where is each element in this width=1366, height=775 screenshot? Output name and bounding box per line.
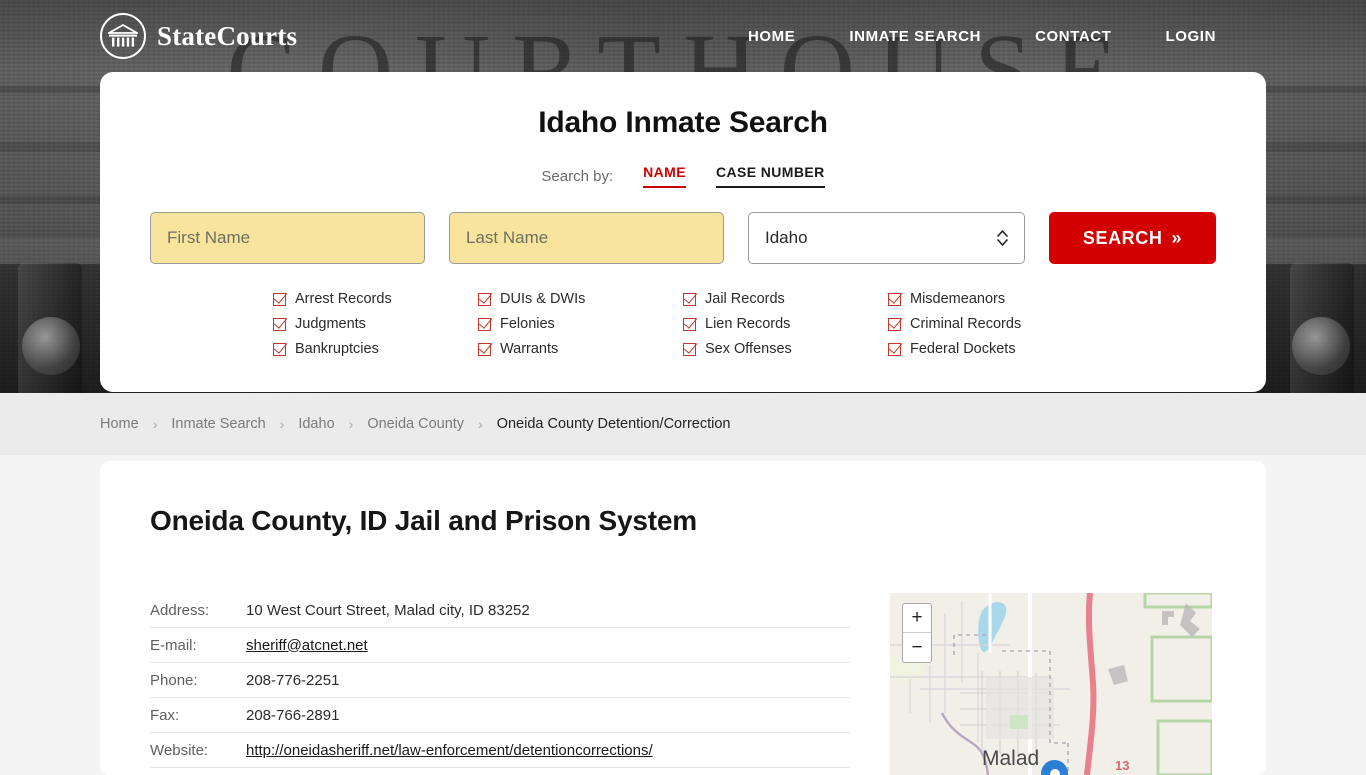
table-row: Fax: 208-766-2891 (150, 698, 850, 733)
map-tiles (890, 593, 1212, 775)
top-navigation-bar: StateCourts HOME INMATE SEARCH CONTACT L… (0, 0, 1366, 72)
chevron-right-icon: › (478, 416, 483, 432)
map-place-label: Malad (982, 747, 1040, 770)
table-row: Address: 10 West Court Street, Malad cit… (150, 593, 850, 628)
record-type-label: Federal Dockets (910, 341, 1016, 357)
record-type-label: Lien Records (705, 316, 791, 332)
checkbox-checked-icon (888, 292, 901, 306)
search-by-row: Search by: NAME CASE NUMBER (150, 164, 1216, 188)
breadcrumb-item-home[interactable]: Home (100, 416, 139, 432)
checkbox-checked-icon (273, 342, 286, 356)
column-capital-decoration (1292, 317, 1350, 375)
record-type-label: Felonies (500, 316, 555, 332)
search-by-label: Search by: (541, 167, 614, 185)
last-name-input[interactable] (449, 212, 724, 264)
record-type-label: Misdemeanors (910, 291, 1006, 307)
nav-item-home[interactable]: HOME (748, 28, 795, 45)
location-map[interactable]: + − Malad 13 (890, 593, 1212, 775)
brand-logo[interactable]: StateCourts (100, 13, 297, 59)
email-link[interactable]: sheriff@atcnet.net (246, 637, 368, 654)
checkbox-checked-icon (273, 292, 286, 306)
breadcrumb-item-oneida-county[interactable]: Oneida County (367, 416, 464, 432)
chevron-right-icon: › (348, 416, 354, 432)
double-chevron-right-icon: » (1171, 227, 1183, 248)
table-row: E-mail: sheriff@atcnet.net (150, 628, 850, 663)
checkbox-checked-icon (478, 317, 491, 331)
breadcrumb-item-idaho[interactable]: Idaho (298, 416, 334, 432)
record-type-item[interactable]: DUIs & DWIs (478, 291, 683, 307)
record-type-list: Arrest Records DUIs & DWIs Jail Records … (150, 291, 1216, 357)
row-label: Phone: (150, 671, 198, 689)
detail-and-map-row: Address: 10 West Court Street, Malad cit… (150, 593, 1216, 775)
inmate-search-card: Idaho Inmate Search Search by: NAME CASE… (100, 72, 1266, 392)
facility-info-table: Address: 10 West Court Street, Malad cit… (150, 593, 850, 775)
chevron-right-icon: › (152, 416, 158, 432)
record-type-label: Criminal Records (910, 316, 1022, 332)
zoom-in-button[interactable]: + (903, 604, 931, 633)
record-type-label: DUIs & DWIs (500, 291, 586, 307)
tab-name[interactable]: NAME (643, 164, 686, 188)
brand-name: StateCourts (157, 20, 298, 51)
table-row: Website: http://oneidasheriff.net/law-en… (150, 733, 850, 768)
row-label: Address: (150, 601, 210, 619)
row-label: Website: (150, 741, 209, 759)
breadcrumb-item-inmate-search[interactable]: Inmate Search (171, 416, 265, 432)
row-value-address: 10 West Court Street, Malad city, ID 832… (246, 601, 530, 619)
tab-case-number[interactable]: CASE NUMBER (715, 164, 825, 188)
checkbox-checked-icon (683, 342, 696, 356)
search-button-label: SEARCH (1082, 227, 1163, 248)
row-label: E-mail: (150, 636, 197, 654)
state-select[interactable]: Idaho (748, 212, 1025, 264)
record-type-label: Judgments (295, 316, 366, 332)
record-type-item[interactable]: Federal Dockets (888, 341, 1093, 357)
checkbox-checked-icon (478, 292, 491, 306)
zoom-out-button[interactable]: − (903, 633, 931, 662)
courthouse-circle-icon (100, 13, 146, 59)
breadcrumb-item-current: Oneida County Detention/Correction (496, 416, 731, 432)
record-type-item[interactable]: Sex Offenses (683, 341, 888, 357)
record-type-item[interactable]: Criminal Records (888, 316, 1093, 332)
record-type-item[interactable]: Warrants (478, 341, 683, 357)
record-type-item[interactable]: Jail Records (683, 291, 888, 307)
row-label: Fax: (150, 706, 180, 724)
record-type-item[interactable]: Arrest Records (273, 291, 478, 307)
first-name-input[interactable] (150, 212, 425, 264)
search-button[interactable]: SEARCH » (1049, 212, 1216, 264)
nav-item-inmate-search[interactable]: INMATE SEARCH (849, 28, 981, 45)
checkbox-checked-icon (478, 342, 491, 356)
row-value-phone: 208-776-2251 (246, 671, 340, 689)
record-type-label: Jail Records (705, 291, 785, 307)
search-card-title: Idaho Inmate Search (538, 106, 828, 139)
nav-item-login[interactable]: LOGIN (1166, 28, 1217, 45)
nav-item-contact[interactable]: CONTACT (1035, 28, 1111, 45)
chevron-right-icon: › (279, 416, 285, 432)
row-value-fax: 208-766-2891 (246, 706, 340, 724)
map-zoom-controls[interactable]: + − (902, 603, 932, 663)
page-title: Oneida County, ID Jail and Prison System (150, 505, 697, 536)
record-type-label: Arrest Records (295, 291, 392, 307)
checkbox-checked-icon (683, 317, 696, 331)
record-type-label: Warrants (500, 341, 559, 357)
main-nav: HOME INMATE SEARCH CONTACT LOGIN (748, 28, 1216, 45)
highway-shield-label: 13 (1115, 758, 1130, 773)
checkbox-checked-icon (888, 342, 901, 356)
record-type-item[interactable]: Judgments (273, 316, 478, 332)
record-type-item[interactable]: Felonies (478, 316, 683, 332)
website-link[interactable]: http://oneidasheriff.net/law-enforcement… (246, 742, 653, 759)
record-type-label: Sex Offenses (705, 341, 792, 357)
record-type-item[interactable]: Misdemeanors (888, 291, 1093, 307)
state-select-value: Idaho (765, 228, 808, 247)
column-capital-decoration (22, 317, 80, 375)
checkbox-checked-icon (683, 292, 696, 306)
checkbox-checked-icon (888, 317, 901, 331)
search-form: Idaho SEARCH » (150, 212, 1216, 264)
checkbox-checked-icon (273, 317, 286, 331)
breadcrumb: Home › Inmate Search › Idaho › Oneida Co… (0, 393, 1366, 455)
record-type-item[interactable]: Bankruptcies (273, 341, 478, 357)
record-type-label: Bankruptcies (295, 341, 379, 357)
record-type-item[interactable]: Lien Records (683, 316, 888, 332)
chevron-updown-icon (997, 230, 1008, 246)
facility-detail-card: Oneida County, ID Jail and Prison System… (100, 461, 1266, 775)
table-row: Phone: 208-776-2251 (150, 663, 850, 698)
